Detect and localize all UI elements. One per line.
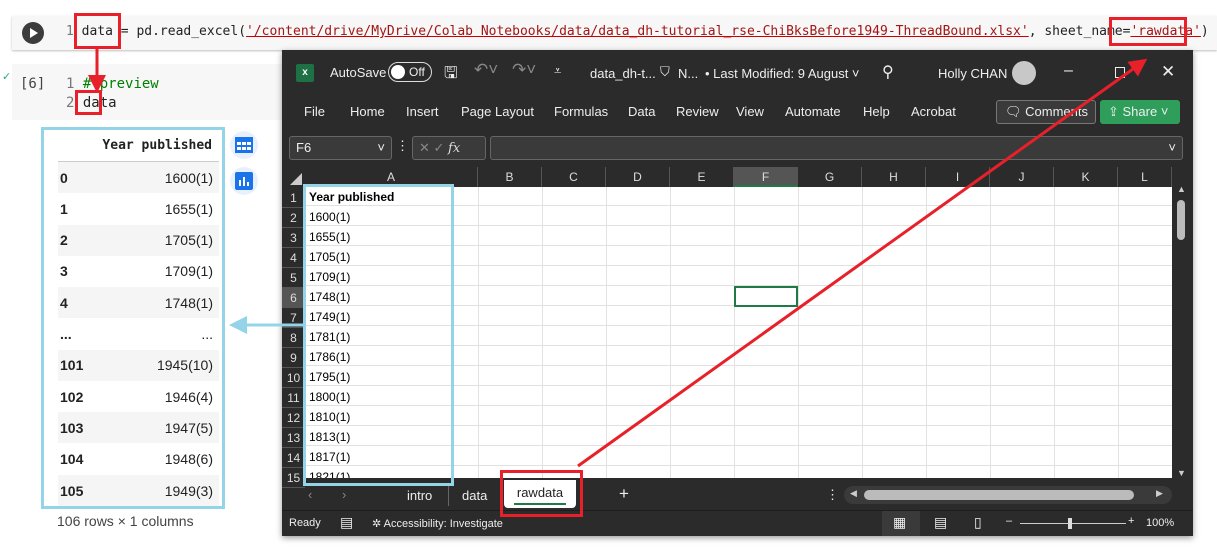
- annotation-arrows: [88, 49, 1148, 468]
- red-arrow-diagonal: [577, 58, 1148, 468]
